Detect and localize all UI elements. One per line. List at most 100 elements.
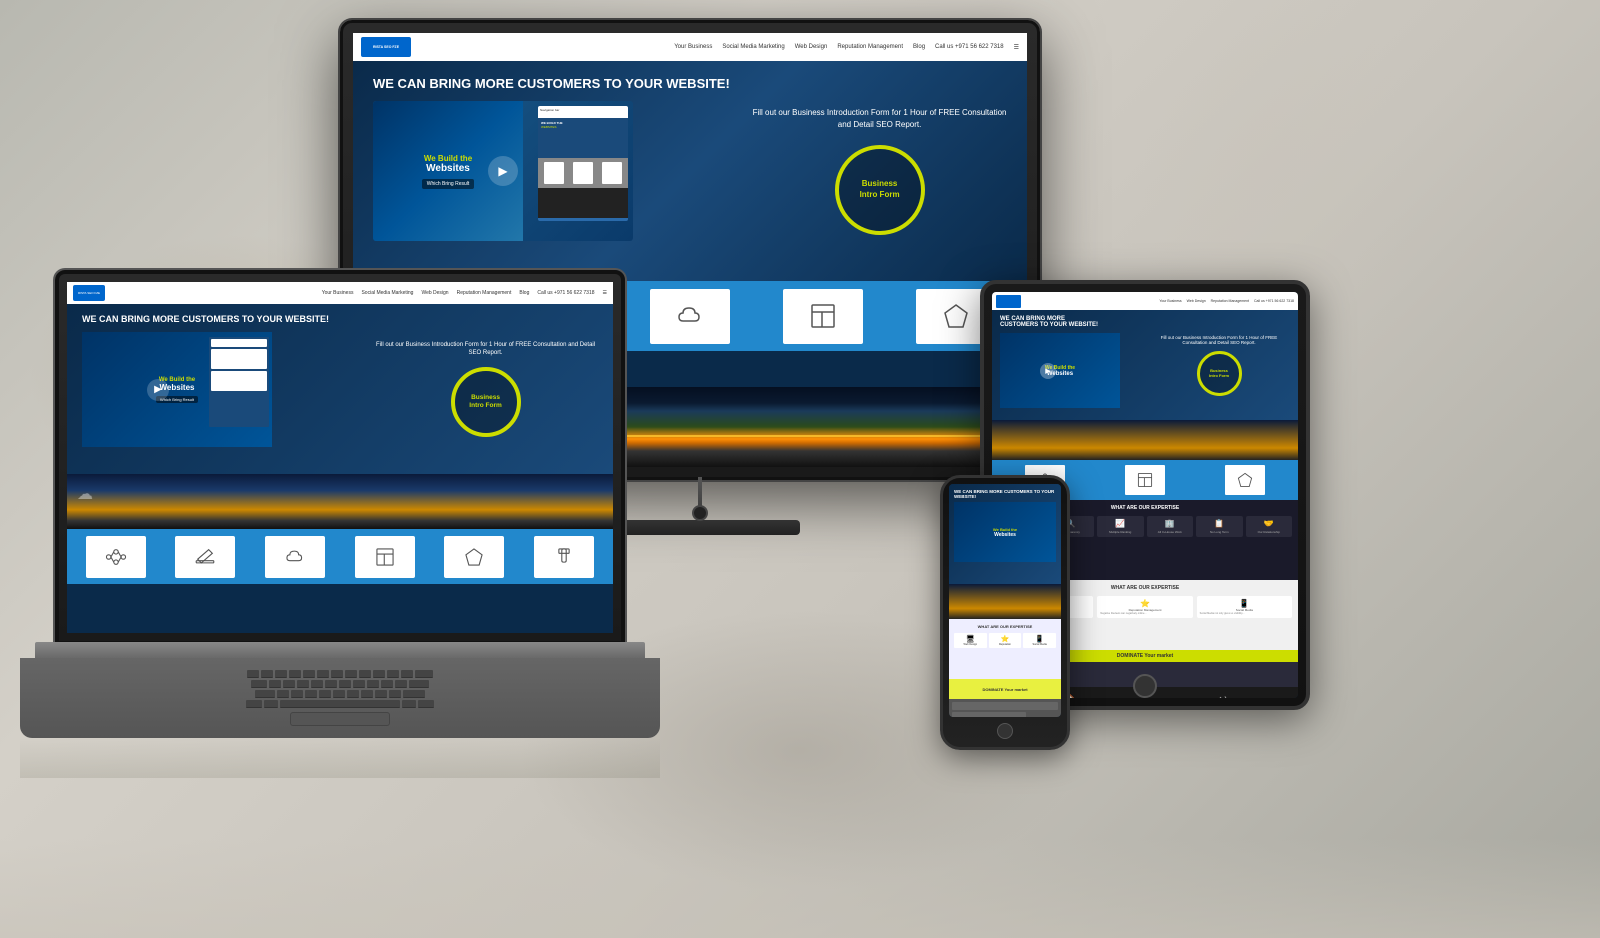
laptop-icon-cloud: [265, 536, 325, 578]
phone-yellow-bar: DOMINATE Your market: [949, 679, 1061, 699]
key: [247, 670, 259, 678]
t-nav-1: Your Business: [1159, 299, 1181, 303]
monitor-hero-right: Fill out our Business Introduction Form …: [752, 76, 1007, 266]
feature-icon-rel: 🤝: [1264, 519, 1274, 528]
phone-exp-icon-1: 🖥: [956, 635, 985, 643]
key-space: [280, 700, 400, 708]
key: [319, 690, 331, 698]
laptop-icons-row: [67, 529, 613, 584]
phone-exp-grid: 🖥 Web Design ⭐ Reputation 📱 Social Media: [954, 633, 1056, 648]
feature-label-nolong: No Long Term: [1210, 530, 1229, 534]
preview-feature-1: [544, 162, 564, 184]
monitor-hero-left: WE CAN BRING MORE CUSTOMERS TO YOUR WEBS…: [373, 76, 737, 266]
phone-city: [949, 584, 1061, 619]
phone-section-title: WHAT ARE OUR EXPERTISE: [954, 624, 1056, 629]
laptop-video-thumb: Web Design Dubai | Rista SEO FZE We Buil…: [82, 332, 272, 447]
keyboard-row-2: [251, 680, 429, 688]
exp-icon-social: 📱: [1200, 599, 1289, 608]
l-nav-5: Blog: [519, 290, 529, 296]
monitor-hero-title: WE CAN BRING MORE CUSTOMERS TO YOUR WEBS…: [373, 76, 737, 91]
tablet-city: [992, 420, 1298, 460]
laptop-circle-line2: Intro Form: [469, 402, 502, 410]
laptop-play-btn[interactable]: ▶: [147, 379, 169, 401]
tablet-feature-inhouse: 🏢 All In-House Work: [1147, 516, 1194, 537]
key-enter: [409, 680, 429, 688]
phone-exp-icon-3: 📱: [1025, 635, 1054, 643]
tablet-hero-right: Fill out our Business Introduction Form …: [1148, 316, 1290, 414]
phone-screen: WE CAN BRING MORE CUSTOMERS TO YOUR WEBS…: [949, 484, 1061, 717]
laptop-hero-right: Fill out our Business Introduction Form …: [373, 314, 598, 464]
monitor-nav-links: Your Business Social Media Marketing Web…: [674, 44, 1019, 51]
exp-desc-social: Social Media not only gives us visibilit…: [1200, 612, 1289, 615]
key: [359, 670, 371, 678]
nav-link-4: Reputation Management: [837, 44, 903, 51]
l-nav-2: Social Media Marketing: [361, 290, 413, 296]
laptop-nav: RISTA SEO FZE Your Business Social Media…: [67, 282, 613, 304]
feature-label-rank: Multiple Ranking: [1109, 530, 1131, 534]
tablet-hero-left: WE CAN BRING MORECUSTOMERS TO YOUR WEBSI…: [1000, 316, 1142, 414]
t-nav-2: Web Design: [1187, 299, 1206, 303]
tablet-circle-btn[interactable]: Business Intro Form: [1197, 351, 1242, 396]
phone-exp-label-3: Social Media: [1025, 643, 1054, 646]
laptop-circle-line1: Business: [471, 394, 500, 402]
laptop-hero: WE CAN BRING MORE CUSTOMERS TO YOUR WEBS…: [67, 304, 613, 474]
phone-exp-icon-2: ⭐: [991, 635, 1020, 643]
key: [387, 670, 399, 678]
key-wide: [415, 670, 433, 678]
exp-icon-rep: ⭐: [1100, 599, 1189, 608]
key: [401, 670, 413, 678]
key: [275, 670, 287, 678]
key-alt: [264, 700, 278, 708]
l-nav-6: Call us +971 56 622 7318: [537, 290, 594, 296]
tablet-logo: [996, 295, 1021, 308]
key: [305, 690, 317, 698]
tablet-hero-title: WE CAN BRING MORECUSTOMERS TO YOUR WEBSI…: [1000, 316, 1142, 328]
key: [289, 670, 301, 678]
phone-physical-home[interactable]: [997, 723, 1013, 739]
video-text: We Build the Websites Which Bring Result: [422, 154, 475, 189]
key-shift: [255, 690, 275, 698]
key: [381, 680, 393, 688]
tablet-back-btn[interactable]: ↩: [1218, 694, 1226, 698]
lp-card-1: [211, 339, 267, 347]
feature-label-house: All In-House Work: [1158, 530, 1182, 534]
monitor-play-btn[interactable]: ▶: [488, 156, 518, 186]
key: [333, 690, 345, 698]
preview-hero: WE BUILD THE WEBSITES: [538, 118, 628, 158]
tablet-physical-home[interactable]: [1133, 674, 1157, 698]
nav-link-5: Blog: [913, 44, 925, 51]
video-we-build: We Build the: [422, 154, 475, 163]
tablet-feature-ranking: 📈 Multiple Ranking: [1097, 516, 1144, 537]
key: [277, 690, 289, 698]
nav-link-2: Social Media Marketing: [722, 44, 784, 51]
key: [297, 680, 309, 688]
key: [375, 690, 387, 698]
key: [261, 670, 273, 678]
nav-menu-icon: ☰: [1014, 44, 1019, 51]
nav-link-3: Web Design: [795, 44, 828, 51]
laptop-icon-diamond: [444, 536, 504, 578]
tablet-icon-3: [1225, 465, 1265, 495]
tablet-video-overlay: We Build the Websites: [1000, 333, 1120, 408]
nav-link-6: Call us +971 56 622 7318: [935, 44, 1004, 51]
phone-section: WHAT ARE OUR EXPERTISE 🖥 Web Design ⭐ Re…: [949, 619, 1061, 679]
feature-label-rel: Our Relationship: [1258, 530, 1280, 534]
monitor-video-thumb: Web Design Dubai | Rista SEO FZE Navigat…: [373, 101, 633, 241]
laptop-hero-title: WE CAN BRING MORE CUSTOMERS TO YOUR WEBS…: [82, 314, 363, 324]
key-ctrl: [246, 700, 262, 708]
monitor-cta-text: Fill out our Business Introduction Form …: [752, 107, 1007, 129]
phone-video-text: We Build the Websites: [993, 527, 1017, 538]
monitor-nav: RISTA SEO FZE Your Business Social Media…: [353, 33, 1027, 61]
video-which-bring: Which Bring Result: [422, 179, 475, 189]
laptop-cloud-1: ☁: [77, 484, 93, 504]
phone-frame: WE CAN BRING MORE CUSTOMERS TO YOUR WEBS…: [940, 475, 1070, 750]
phone-websites: Websites: [993, 532, 1017, 538]
tablet-play-btn[interactable]: ▶: [1040, 363, 1056, 379]
key: [311, 680, 323, 688]
feature-icon-nolong: 📋: [1214, 519, 1224, 528]
l-nav-menu: ☰: [603, 290, 607, 296]
laptop-icon-paint: [534, 536, 594, 578]
monitor-circle-btn[interactable]: Business Intro Form: [835, 145, 925, 235]
key: [331, 670, 343, 678]
laptop-circle-btn[interactable]: Business Intro Form: [451, 367, 521, 437]
